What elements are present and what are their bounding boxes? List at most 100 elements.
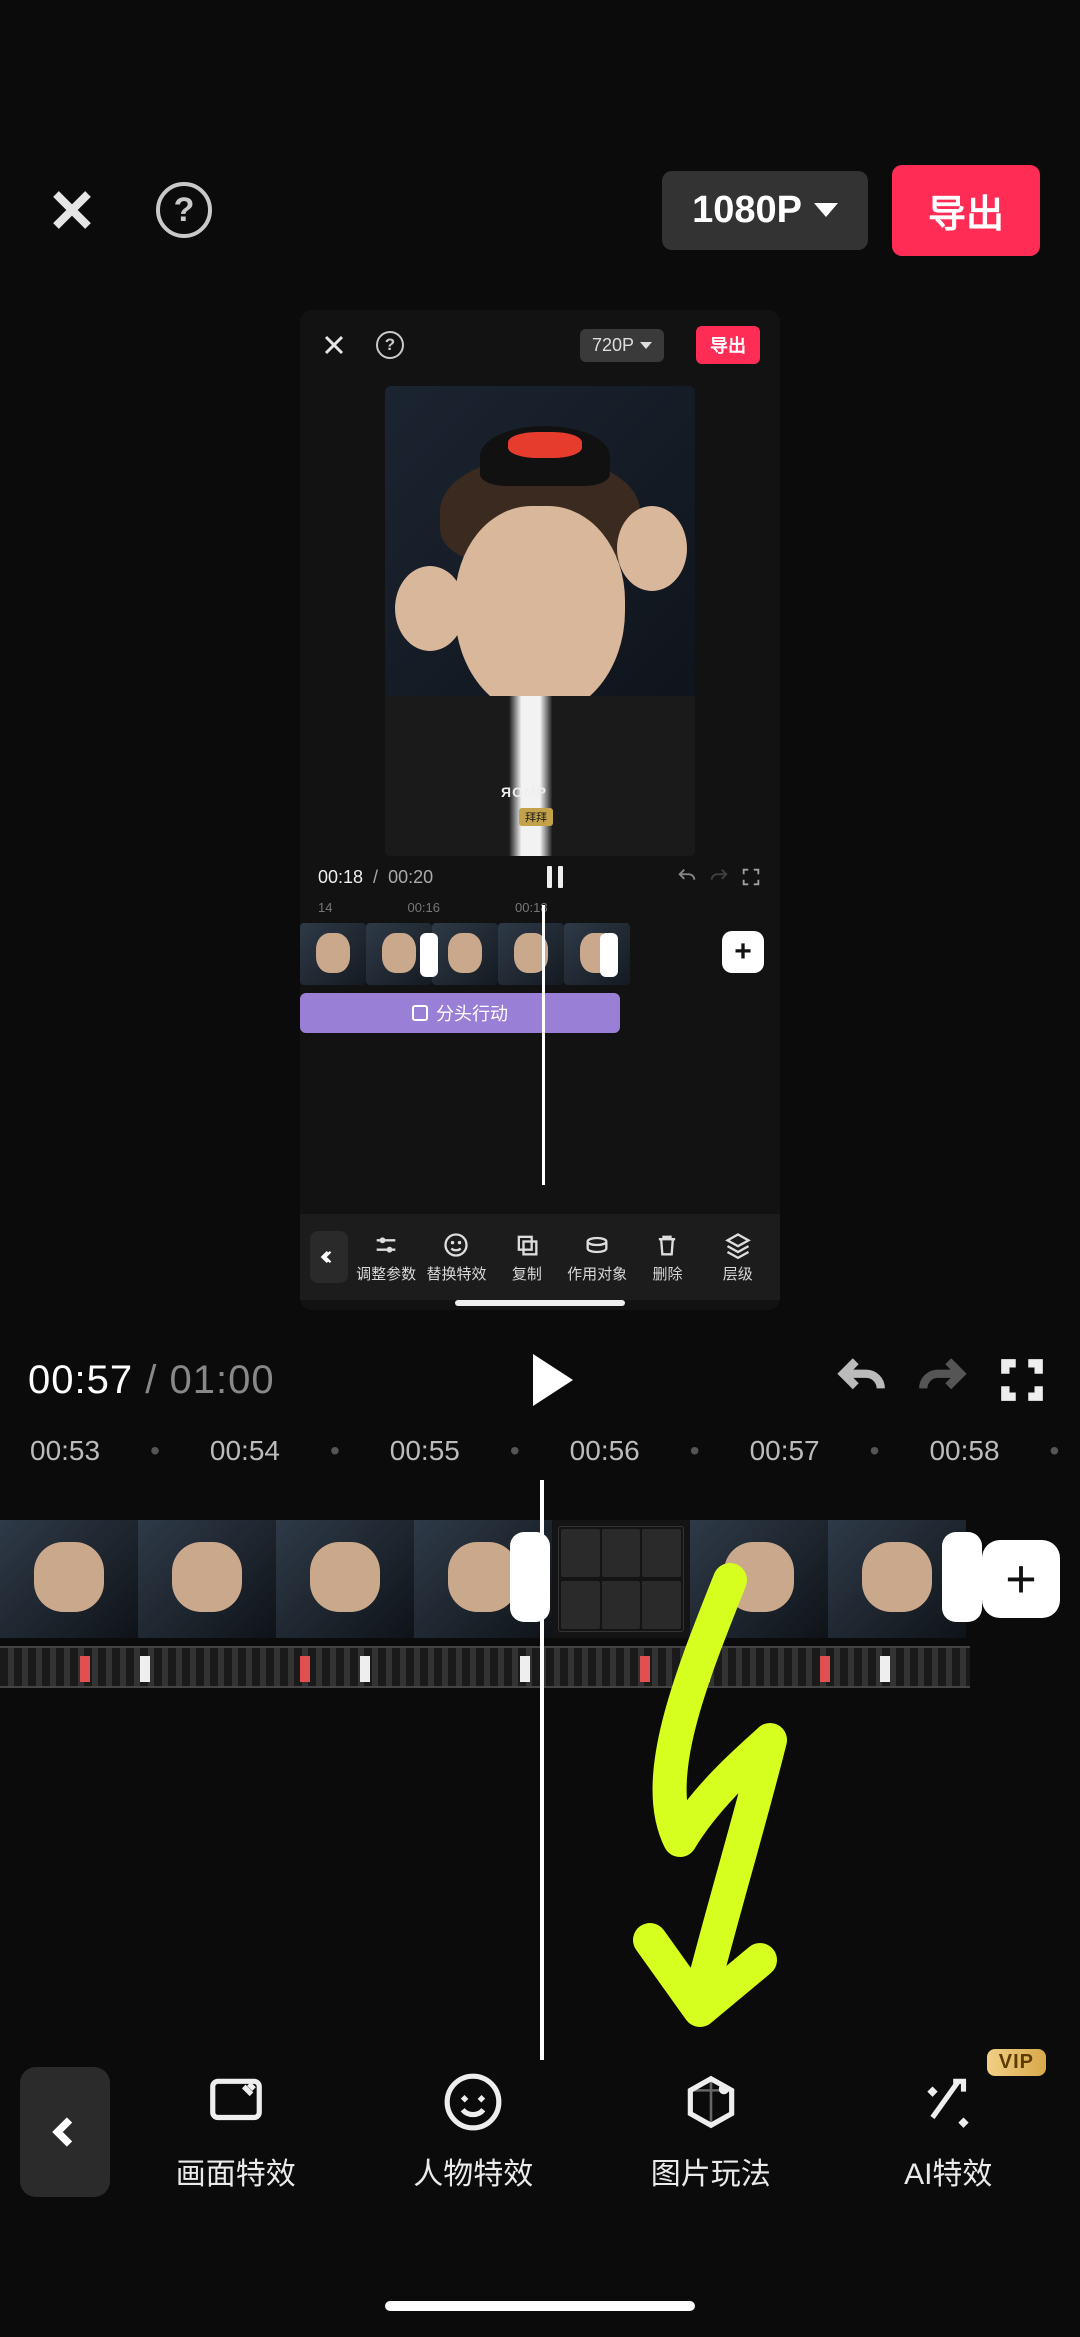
ruler-tick: 00:56 [570,1435,640,1467]
inner-add-clip-button[interactable]: + [722,931,764,973]
nested-editor-preview: ? 720P 导出 ЯOMP 拜拜 00:18 / 00:20 14 00:16… [300,310,780,1310]
help-icon[interactable]: ? [156,182,212,238]
outer-transport-bar: 00:57 / 01:00 [0,1340,1080,1420]
outer-playhead[interactable] [540,1480,544,2060]
inner-time-duration: 00:20 [388,867,433,888]
inner-resolution-label: 720P [592,335,634,356]
outer-clip-thumb[interactable] [138,1520,276,1638]
inner-header: ? 720P 导出 [300,310,780,380]
outer-add-clip-button[interactable]: + [982,1540,1060,1618]
outer-editor-header: ? 1080P 导出 [0,150,1080,270]
tool-label: 作用对象 [567,1263,627,1284]
tool-copy[interactable]: 复制 [495,1231,559,1284]
redo-button[interactable] [912,1350,972,1410]
outer-clip-thumb[interactable] [276,1520,414,1638]
inner-clip-thumb[interactable] [564,923,630,985]
inner-video-preview[interactable]: ЯOMP 拜拜 [385,386,695,856]
export-button[interactable]: 导出 [892,165,1040,256]
outer-time-ruler: 00:53• 00:54• 00:55• 00:56• 00:57• 00:58… [0,1435,1080,1467]
inner-clip-thumb[interactable] [300,923,366,985]
inner-toolbar: 调整参数 替换特效 复制 作用对象 删除 层级 [300,1214,780,1300]
tool-label: 画面特效 [176,2149,296,2193]
inner-redo-icon[interactable] [708,866,730,888]
inner-clip-handle[interactable] [600,933,618,977]
outer-time-current: 00:57 [28,1358,133,1402]
outer-clip-handle[interactable] [510,1532,550,1622]
preview-shirt-tag: 拜拜 [519,808,553,826]
inner-transport-bar: 00:18 / 00:20 [300,856,780,898]
inner-home-indicator [455,1300,625,1306]
inner-effect-label: 分头行动 [436,1000,508,1026]
home-indicator [385,2301,695,2311]
ruler-tick: 00:55 [390,1435,460,1467]
fullscreen-button[interactable] [992,1350,1052,1410]
inner-clip-thumb[interactable] [432,923,498,985]
play-button[interactable] [533,1354,573,1406]
tool-label: 删除 [652,1263,682,1284]
inner-timeline[interactable]: + 分头行动 [300,923,780,1013]
chevron-down-icon [814,203,838,217]
outer-clip-strip[interactable] [0,1520,966,1638]
tool-label: 复制 [512,1263,542,1284]
tool-label: 图片玩法 [651,2149,771,2193]
outer-frame-strip[interactable] [0,1646,970,1688]
tool-adjust-params[interactable]: 调整参数 [354,1231,418,1284]
resolution-label: 1080P [692,189,802,232]
close-icon[interactable] [40,178,104,242]
outer-clip-nested-thumb[interactable] [552,1520,690,1638]
inner-undo-icon[interactable] [676,866,698,888]
outer-clip-thumb[interactable] [0,1520,138,1638]
tool-label: 层级 [723,1263,753,1284]
inner-help-icon[interactable]: ? [376,331,404,359]
preview-face-clone [617,506,687,591]
inner-close-icon[interactable] [320,331,348,359]
preview-hat [480,426,610,486]
outer-clip-thumb[interactable] [690,1520,828,1638]
outer-time-duration: 01:00 [169,1358,274,1402]
preview-face-clone [395,566,465,651]
bottom-effects-toolbar: 画面特效 人物特效 图片玩法 VIP AI特效 [0,2037,1080,2227]
ruler-tick: 00:53 [30,1435,100,1467]
resolution-selector[interactable]: 1080P [662,171,868,250]
ruler-tick: 00:54 [210,1435,280,1467]
tool-delete[interactable]: 删除 [635,1231,699,1284]
inner-pause-button[interactable] [547,866,563,888]
inner-collapse-button[interactable] [310,1231,348,1283]
tool-label: AI特效 [904,2149,992,2193]
inner-clip-thumb[interactable] [498,923,564,985]
inner-time-ruler: 14 00:16 00:18 [300,898,780,917]
effect-icon [412,1005,428,1021]
preview-face-main [455,506,625,716]
outer-time-display: 00:57 / 01:00 [28,1358,275,1403]
inner-clip-strip[interactable] [300,923,630,985]
inner-time-current: 00:18 [318,867,363,888]
inner-effect-track[interactable]: 分头行动 [300,993,620,1033]
tool-ai-effects[interactable]: VIP AI特效 [837,2071,1061,2193]
ruler-tick: 00:58 [929,1435,999,1467]
ruler-tick: 14 [318,900,332,915]
inner-export-button[interactable]: 导出 [696,326,760,364]
preview-shirt-text: ЯOMP [501,784,547,800]
tool-layer[interactable]: 层级 [706,1231,770,1284]
inner-fullscreen-icon[interactable] [740,866,762,888]
tool-person-effects[interactable]: 人物特效 [362,2071,586,2193]
outer-clip-handle[interactable] [942,1532,982,1622]
tool-replace-effect[interactable]: 替换特效 [424,1231,488,1284]
inner-clip-handle[interactable] [420,933,438,977]
tool-photo-effects[interactable]: 图片玩法 [599,2071,823,2193]
outer-timeline[interactable]: + [0,1500,1080,1690]
tool-screen-effects[interactable]: 画面特效 [124,2071,348,2193]
inner-time-sep: / [373,867,378,888]
tool-apply-target[interactable]: 作用对象 [565,1231,629,1284]
vip-badge: VIP [987,2049,1046,2076]
undo-button[interactable] [832,1350,892,1410]
inner-resolution-selector[interactable]: 720P [580,329,664,362]
back-button[interactable] [20,2067,110,2197]
inner-playhead[interactable] [542,905,545,1185]
ruler-tick: 00:16 [407,900,440,915]
tool-label: 人物特效 [413,2149,533,2193]
ruler-tick: 00:57 [750,1435,820,1467]
tool-label: 调整参数 [356,1263,416,1284]
chevron-down-icon [640,342,652,349]
preview-jacket [385,696,695,856]
